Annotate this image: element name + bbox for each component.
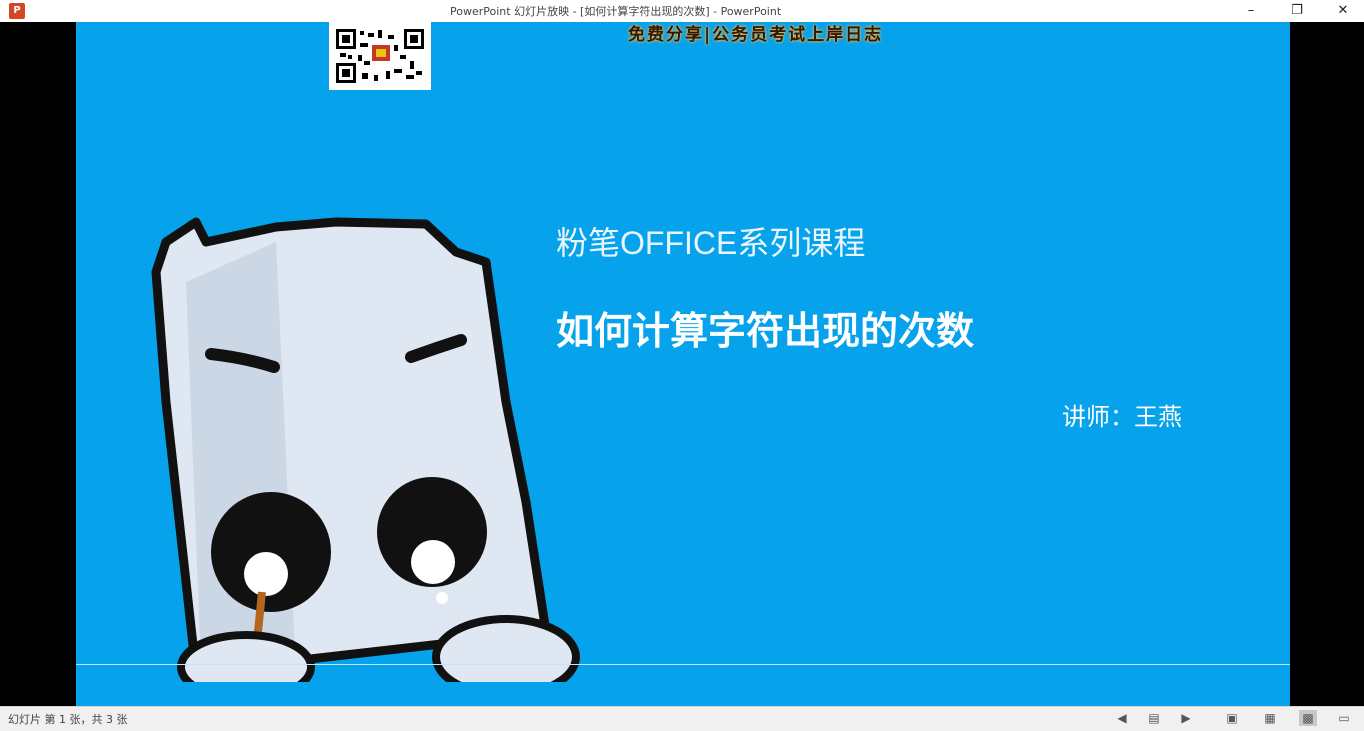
mascot-illustration xyxy=(151,217,580,682)
slide-title: 如何计算字符出现的次数 xyxy=(556,311,975,353)
series-title: 粉笔OFFICE系列课程 xyxy=(556,225,866,261)
qr-code-image xyxy=(329,22,431,90)
watermark-banner: 免费分享|公务员考试上岸日志 xyxy=(628,25,884,45)
slide-canvas[interactable]: 免费分享|公务员考试上岸日志 粉笔OFFICE系列课程 如何计算字符出现的次数 … xyxy=(76,22,1290,706)
normal-view-icon[interactable]: ▣ xyxy=(1223,710,1241,726)
previous-icon[interactable]: ◀ xyxy=(1113,710,1131,726)
notes-icon[interactable]: ▤ xyxy=(1145,710,1163,726)
minimize-icon[interactable]: – xyxy=(1228,0,1274,22)
next-icon[interactable]: ▶ xyxy=(1177,710,1195,726)
slide-sorter-icon[interactable]: ▦ xyxy=(1261,710,1279,726)
reading-view-icon[interactable]: ▩ xyxy=(1299,710,1317,726)
title-bar: P PowerPoint 幻灯片放映 - [如何计算字符出现的次数] - Pow… xyxy=(0,0,1364,23)
close-icon[interactable]: ✕ xyxy=(1320,0,1364,22)
letterbox-left xyxy=(0,22,76,706)
slideshow-icon[interactable]: ▭ xyxy=(1335,710,1353,726)
window-title: PowerPoint 幻灯片放映 - [如何计算字符出现的次数] - Power… xyxy=(450,5,782,18)
letterbox-right xyxy=(1290,22,1364,706)
lecturer-name: 讲师：王燕 xyxy=(1062,404,1182,431)
status-bar: 幻灯片 第 1 张，共 3 张 ◀ ▤ ▶ ▣ ▦ ▩ ▭ xyxy=(0,706,1364,731)
slide-divider xyxy=(76,664,1290,665)
restore-icon[interactable]: ❐ xyxy=(1274,0,1320,22)
slide-count: 幻灯片 第 1 张，共 3 张 xyxy=(8,713,128,726)
powerpoint-icon[interactable]: P xyxy=(9,3,25,19)
